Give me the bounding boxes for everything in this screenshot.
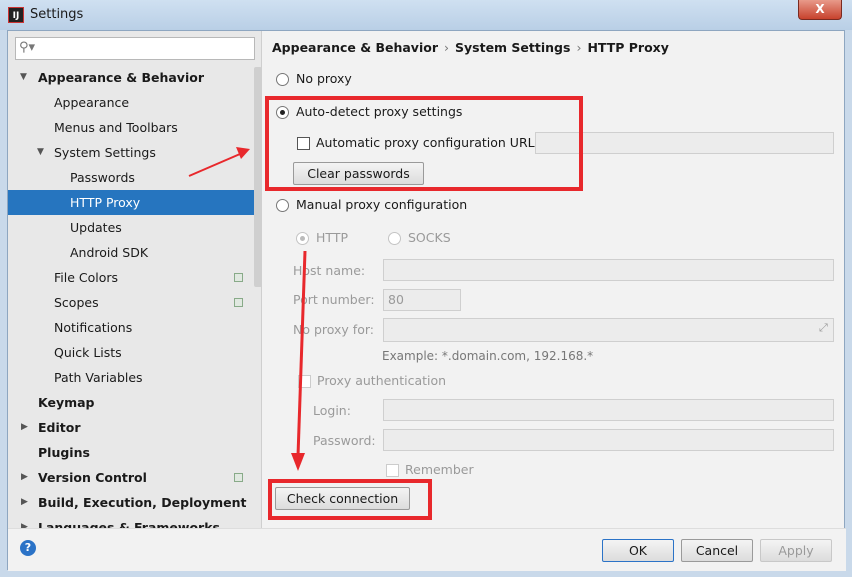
help-icon[interactable]: ? [20,540,36,556]
annotation-arrowhead [236,147,250,159]
annotation-arrows [188,147,307,471]
cancel-button[interactable]: Cancel [681,539,753,562]
title-bar: IJ Settings X [0,0,852,30]
dialog-footer: ? OK Cancel Apply [8,528,846,571]
annotation-arrow [296,250,307,457]
window-title: Settings [30,7,84,22]
annotation-arrowhead [291,453,305,471]
app-icon: IJ [8,7,24,23]
annotation-arrow [188,153,241,177]
settings-dialog: ⚲▾ ▼ Appearance & Behavior Appearance Men… [7,30,846,571]
apply-button[interactable]: Apply [760,539,832,562]
close-button[interactable]: X [798,0,842,20]
ok-button[interactable]: OK [602,539,674,562]
